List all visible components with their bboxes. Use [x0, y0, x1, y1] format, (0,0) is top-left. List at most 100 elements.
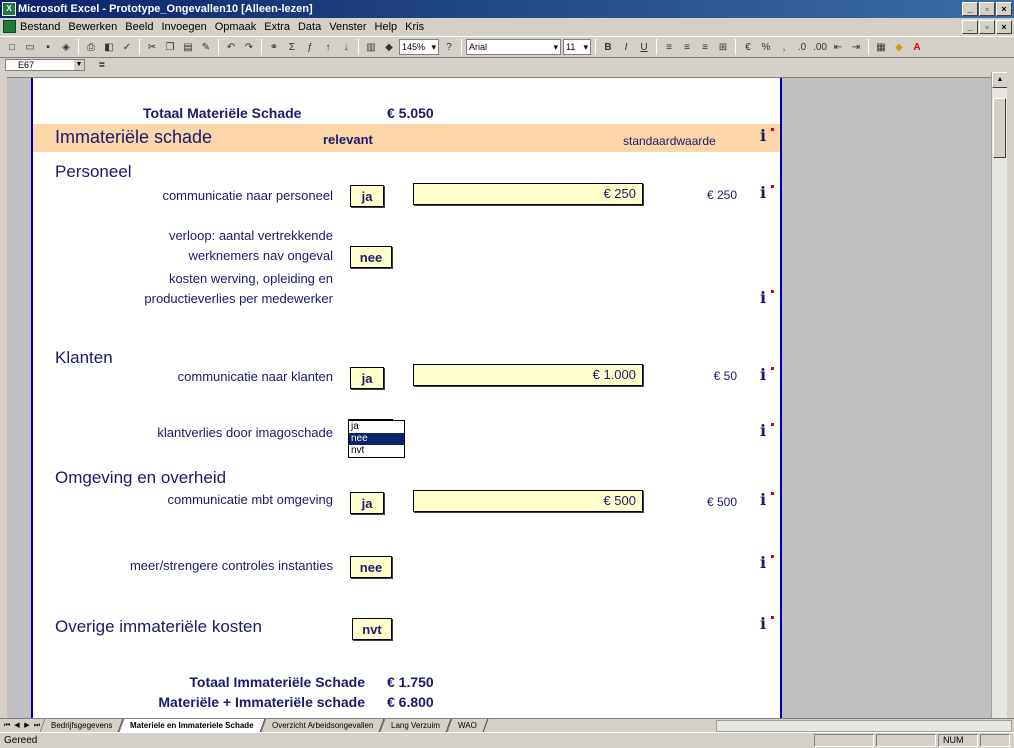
- personeel-communicatie-amount[interactable]: € 250: [413, 183, 643, 205]
- menu-opmaak[interactable]: Opmaak: [215, 21, 257, 33]
- menu-bestand[interactable]: Bestand: [20, 21, 60, 33]
- percent-icon[interactable]: %: [758, 39, 774, 55]
- format-painter-icon[interactable]: ✎: [198, 39, 214, 55]
- cut-icon[interactable]: ✂: [144, 39, 160, 55]
- bold-icon[interactable]: B: [600, 39, 616, 55]
- info-icon[interactable]: i: [760, 423, 774, 439]
- fill-color-icon[interactable]: ◆: [891, 39, 907, 55]
- scroll-up-icon[interactable]: ▲: [992, 72, 1007, 88]
- tab-lang-verzuim[interactable]: Lang Verzuim: [380, 719, 452, 732]
- font-color-icon[interactable]: A: [909, 39, 925, 55]
- horizontal-scrollbar[interactable]: [716, 720, 1012, 732]
- omgeving-communicatie-select[interactable]: ja: [350, 492, 384, 514]
- verloop-select[interactable]: nee: [350, 246, 392, 268]
- menu-bewerken[interactable]: Bewerken: [68, 21, 117, 33]
- info-icon[interactable]: i: [760, 492, 774, 508]
- currency-icon[interactable]: €: [740, 39, 756, 55]
- tab-materiele-immateriele[interactable]: Materiele en Immateriele Schade: [119, 719, 266, 732]
- next-sheet-icon[interactable]: ▶: [22, 720, 32, 732]
- undo-icon[interactable]: ↶: [223, 39, 239, 55]
- align-right-icon[interactable]: ≡: [697, 39, 713, 55]
- info-icon[interactable]: i: [760, 367, 774, 383]
- sort-desc-icon[interactable]: ↓: [338, 39, 354, 55]
- menu-invoegen[interactable]: Invoegen: [161, 21, 206, 33]
- print-icon[interactable]: ⎙: [83, 39, 99, 55]
- info-icon[interactable]: i: [760, 128, 774, 144]
- increase-indent-icon[interactable]: ⇥: [848, 39, 864, 55]
- menu-kris[interactable]: Kris: [405, 21, 424, 33]
- save-icon[interactable]: ▪: [40, 39, 56, 55]
- info-icon[interactable]: i: [760, 185, 774, 201]
- dropdown-option-nee[interactable]: nee: [349, 433, 404, 445]
- workbook-icon[interactable]: [3, 20, 16, 33]
- vertical-scrollbar[interactable]: ▲: [991, 72, 1007, 718]
- menu-extra[interactable]: Extra: [264, 21, 290, 33]
- permission-icon[interactable]: ◈: [58, 39, 74, 55]
- prev-sheet-icon[interactable]: ◀: [12, 720, 22, 732]
- align-center-icon[interactable]: ≡: [679, 39, 695, 55]
- overig-select[interactable]: nvt: [352, 618, 392, 640]
- help-icon[interactable]: ?: [441, 39, 457, 55]
- menu-beeld[interactable]: Beeld: [125, 21, 153, 33]
- row-verloop-label-d: productieverlies per medewerker: [144, 291, 333, 306]
- klanten-communicatie-select[interactable]: ja: [350, 367, 384, 389]
- row-controles-label: meer/strengere controles instanties: [129, 558, 333, 573]
- borders-icon[interactable]: ▦: [873, 39, 889, 55]
- info-icon[interactable]: i: [760, 616, 774, 632]
- menu-venster[interactable]: Venster: [329, 21, 366, 33]
- drawing-icon[interactable]: ◆: [381, 39, 397, 55]
- row-communicatie-personeel-label: communicatie naar personeel: [162, 188, 333, 203]
- align-left-icon[interactable]: ≡: [661, 39, 677, 55]
- thousands-icon[interactable]: ,: [776, 39, 792, 55]
- copy-icon[interactable]: ❐: [162, 39, 178, 55]
- spelling-icon[interactable]: ✓: [119, 39, 135, 55]
- formula-equals[interactable]: =: [99, 60, 105, 71]
- banner-standard: standaardwaarde: [623, 134, 716, 148]
- tab-overzicht[interactable]: Overzicht Arbeidsongevallen: [260, 719, 385, 732]
- merge-center-icon[interactable]: ⊞: [715, 39, 731, 55]
- controles-select[interactable]: nee: [350, 556, 392, 578]
- increase-decimal-icon[interactable]: .0: [794, 39, 810, 55]
- close-button[interactable]: ×: [996, 2, 1012, 16]
- autosum-icon[interactable]: Σ: [284, 39, 300, 55]
- name-box[interactable]: E67 ▼: [5, 59, 85, 71]
- minimize-button[interactable]: _: [962, 2, 978, 16]
- info-icon[interactable]: i: [760, 555, 774, 571]
- klantverlies-dropdown: ja nee nvt: [348, 420, 405, 458]
- function-icon[interactable]: ƒ: [302, 39, 318, 55]
- tab-bedrijfsgegevens[interactable]: Bedrijfsgegevens: [39, 719, 124, 732]
- italic-icon[interactable]: I: [618, 39, 634, 55]
- first-sheet-icon[interactable]: ⏮: [2, 720, 12, 732]
- personeel-communicatie-select[interactable]: ja: [350, 185, 384, 207]
- zoom-select[interactable]: 145% ▾: [399, 39, 439, 55]
- menu-data[interactable]: Data: [298, 21, 321, 33]
- chart-icon[interactable]: ▥: [363, 39, 379, 55]
- redo-icon[interactable]: ↷: [241, 39, 257, 55]
- doc-restore-button[interactable]: ▫: [979, 20, 995, 34]
- scroll-thumb[interactable]: [993, 98, 1006, 158]
- open-icon[interactable]: ▭: [22, 39, 38, 55]
- hyperlink-icon[interactable]: ⚭: [266, 39, 282, 55]
- dropdown-option-nvt[interactable]: nvt: [349, 445, 404, 457]
- underline-icon[interactable]: U: [636, 39, 652, 55]
- doc-close-button[interactable]: ×: [996, 20, 1012, 34]
- tab-wao[interactable]: WAO: [446, 719, 489, 732]
- worksheet: Totaal Materiële Schade € 5.050 Immateri…: [7, 72, 1007, 718]
- decrease-decimal-icon[interactable]: .00: [812, 39, 828, 55]
- paste-icon[interactable]: ▤: [180, 39, 196, 55]
- print-preview-icon[interactable]: ◧: [101, 39, 117, 55]
- info-icon[interactable]: i: [760, 290, 774, 306]
- font-select[interactable]: Arial ▾: [466, 39, 561, 55]
- chevron-down-icon[interactable]: ▼: [74, 60, 84, 70]
- doc-minimize-button[interactable]: _: [962, 20, 978, 34]
- sort-asc-icon[interactable]: ↑: [320, 39, 336, 55]
- maximize-button[interactable]: ▫: [979, 2, 995, 16]
- dropdown-option-ja[interactable]: ja: [349, 421, 404, 433]
- menu-help[interactable]: Help: [375, 21, 398, 33]
- font-size-select[interactable]: 11 ▾: [563, 39, 591, 55]
- new-icon[interactable]: □: [4, 39, 20, 55]
- total-immaterieel-label: Totaal Immateriële Schade: [189, 674, 365, 690]
- klanten-communicatie-amount[interactable]: € 1.000: [413, 364, 643, 386]
- omgeving-communicatie-amount[interactable]: € 500: [413, 490, 643, 512]
- decrease-indent-icon[interactable]: ⇤: [830, 39, 846, 55]
